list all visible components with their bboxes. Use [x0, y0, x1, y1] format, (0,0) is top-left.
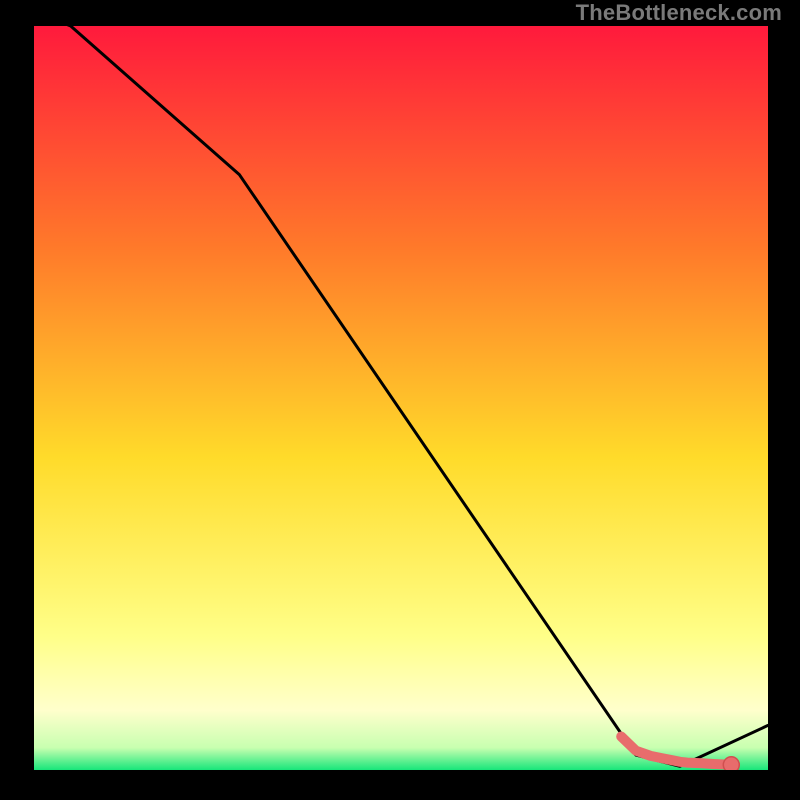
marker-dot [669, 756, 677, 764]
marker-dot [676, 758, 684, 766]
watermark-text: TheBottleneck.com [576, 0, 782, 26]
marker-dot [698, 759, 706, 767]
plot-area [34, 26, 768, 770]
marker-dot [658, 754, 666, 762]
marker-dot [709, 760, 717, 768]
chart-container: TheBottleneck.com [0, 0, 800, 800]
single-marker [723, 757, 739, 770]
marker-dot [683, 759, 691, 767]
gradient-background [34, 26, 768, 770]
chart-svg [34, 26, 768, 770]
